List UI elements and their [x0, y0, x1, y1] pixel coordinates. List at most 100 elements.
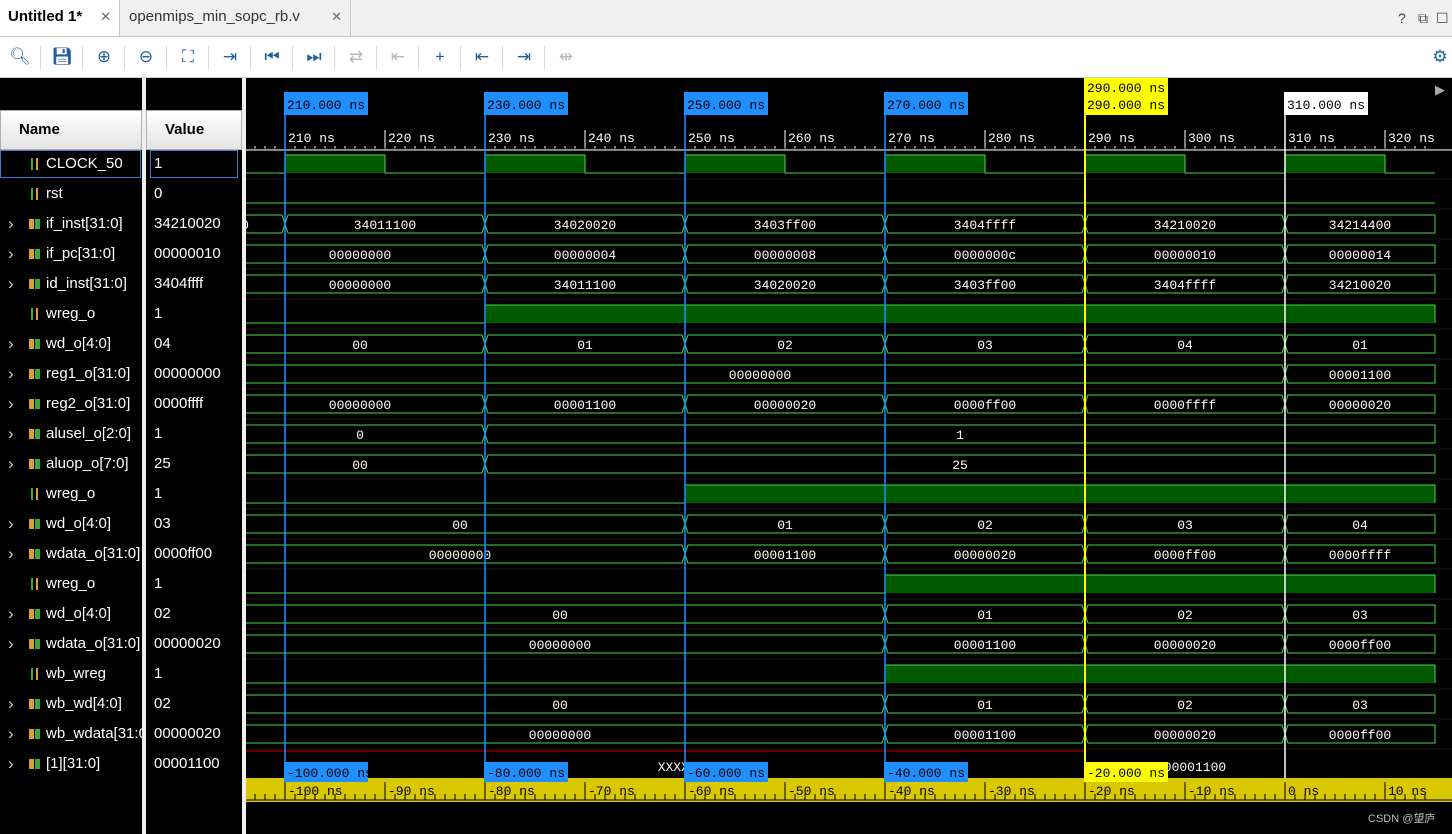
bus-value-label: 34011100	[354, 218, 416, 233]
signal-name: wd_o[4:0]	[46, 515, 112, 532]
zoom-in-icon[interactable]: ⊕	[92, 45, 116, 69]
toolbar-separator	[82, 45, 83, 69]
watermark: CSDN @望庐	[1368, 813, 1436, 825]
previous-transition-icon[interactable]: ⇤	[386, 45, 410, 69]
bus-value-label: 00001100	[954, 728, 1016, 743]
signal-name: rst	[46, 185, 63, 202]
bus-signal-icon	[29, 339, 40, 349]
signal-row-name[interactable]: wreg_o	[0, 299, 142, 329]
signal-name: wdata_o[31:0]	[46, 635, 141, 652]
signal-value: 03	[154, 515, 171, 532]
bottom-ruler-label: -20 ns	[1088, 784, 1135, 799]
chevron-right-icon[interactable]: ›	[8, 539, 14, 569]
chevron-right-icon[interactable]: ›	[8, 419, 14, 449]
waveform-panel[interactable]: 210 ns 220 ns 230 ns 240 ns 250 ns 260 ns 270 …	[246, 78, 1452, 834]
help-icon[interactable]: ?	[1398, 10, 1406, 26]
signal-row-name[interactable]: › if_pc[31:0]	[0, 239, 142, 269]
snap-icon[interactable]: ⇹	[554, 45, 578, 69]
zoom-fit-icon[interactable]: ⛶	[176, 45, 200, 69]
signal-row-name[interactable]: › wb_wd[4:0]	[0, 689, 142, 719]
chevron-right-icon[interactable]: ›	[8, 239, 14, 269]
bus-signal-icon	[29, 549, 40, 559]
chevron-right-icon[interactable]: ›	[8, 359, 14, 389]
bus-value-label: 03	[1352, 608, 1368, 623]
value-column-header[interactable]: Value	[146, 110, 242, 150]
bus-value-label: 00000020	[1154, 638, 1216, 653]
go-to-end-icon[interactable]: ⏭	[302, 45, 326, 69]
bottom-ruler-label: -100 ns	[288, 784, 343, 799]
signal-row-name[interactable]: › wd_o[4:0]	[0, 599, 142, 629]
name-column-header[interactable]: Name	[0, 110, 142, 150]
signal-name: aluop_o[7:0]	[46, 455, 129, 472]
search-zoom-icon[interactable]: 🔍︎	[8, 45, 32, 69]
bus-value-label: 00001100	[1164, 760, 1226, 775]
chevron-right-icon[interactable]: ›	[8, 269, 14, 299]
signal-row-name[interactable]: › wd_o[4:0]	[0, 509, 142, 539]
delta-label: -100.000 ns	[287, 766, 373, 781]
bus-value-label: 00	[452, 518, 468, 533]
signal-row-name[interactable]: wb_wreg	[0, 659, 142, 689]
signal-row-name[interactable]: › reg2_o[31:0]	[0, 389, 142, 419]
chevron-right-icon[interactable]: ›	[8, 329, 14, 359]
chevron-right-icon[interactable]: ›	[8, 599, 14, 629]
signal-name: wdata_o[31:0]	[46, 545, 141, 562]
chevron-right-icon[interactable]: ›	[8, 689, 14, 719]
signal-row-name[interactable]: › [1][31:0]	[0, 749, 142, 779]
bit-high-fill	[1285, 155, 1385, 173]
previous-marker-icon[interactable]: ⇤	[470, 45, 494, 69]
next-marker-icon[interactable]: ⇥	[512, 45, 536, 69]
delta-label: -60.000 ns	[687, 766, 765, 781]
zoom-out-icon[interactable]: ⊖	[134, 45, 158, 69]
add-marker-icon[interactable]: +	[428, 45, 452, 69]
signal-value: 00000020	[154, 725, 221, 742]
signal-row-name[interactable]: › wdata_o[31:0]	[0, 629, 142, 659]
signal-row-name[interactable]: wreg_o	[0, 569, 142, 599]
signal-row-name[interactable]: › wd_o[4:0]	[0, 329, 142, 359]
go-to-cursor-icon[interactable]: ⇥	[218, 45, 242, 69]
maximize-icon[interactable]: ☐	[1436, 10, 1449, 27]
bit-signal-icon	[31, 578, 38, 590]
bottom-ruler-label: -90 ns	[388, 784, 435, 799]
ruler-tick-label: 220 ns	[388, 131, 435, 146]
bus-value-label: 00000008	[754, 248, 816, 263]
tab-untitled-1[interactable]: Untitled 1* ✕	[0, 0, 120, 36]
ruler-tick-label: 300 ns	[1188, 131, 1235, 146]
chevron-right-icon[interactable]: ›	[8, 449, 14, 479]
selected-row-outline	[0, 150, 141, 178]
bus-signal-icon	[29, 429, 40, 439]
swap-cursors-icon[interactable]: ⇄	[344, 45, 368, 69]
chevron-right-icon[interactable]: ›	[8, 749, 14, 779]
signal-row-name[interactable]: › reg1_o[31:0]	[0, 359, 142, 389]
bus-value-label: 25	[952, 458, 968, 473]
bit-high-fill	[685, 485, 1435, 503]
waveform-canvas[interactable]: 210 ns 220 ns 230 ns 240 ns 250 ns 260 ns 270 …	[246, 78, 1452, 834]
signal-row-name[interactable]: › id_inst[31:0]	[0, 269, 142, 299]
chevron-right-icon[interactable]: ›	[8, 509, 14, 539]
scroll-right-icon[interactable]: ▶	[1435, 82, 1445, 98]
toolbar-separator	[166, 45, 167, 69]
save-icon[interactable]: 💾︎	[50, 45, 74, 69]
tab-bar: Untitled 1* ✕ openmips_min_sopc_rb.v ✕ ?…	[0, 0, 1452, 37]
signal-row-name[interactable]: wreg_o	[0, 479, 142, 509]
signal-name: if_inst[31:0]	[46, 215, 123, 232]
chevron-right-icon[interactable]: ›	[8, 389, 14, 419]
signal-row-name[interactable]: › alusel_o[2:0]	[0, 419, 142, 449]
ruler-tick-label: 230 ns	[488, 131, 535, 146]
signal-row-name[interactable]: › aluop_o[7:0]	[0, 449, 142, 479]
signal-value: 00000020	[154, 635, 221, 652]
chevron-right-icon[interactable]: ›	[8, 719, 14, 749]
settings-icon[interactable]: ⚙	[1428, 45, 1452, 69]
chevron-right-icon[interactable]: ›	[8, 209, 14, 239]
bus-value-label: 34210020	[1329, 278, 1391, 293]
signal-row-name[interactable]: › if_inst[31:0]	[0, 209, 142, 239]
signal-row-name[interactable]: rst	[0, 179, 142, 209]
chevron-right-icon[interactable]: ›	[8, 629, 14, 659]
signal-row-name[interactable]: › wb_wdata[31:0]	[0, 719, 142, 749]
restore-icon[interactable]: ⧉	[1418, 10, 1428, 27]
signal-name: wb_wd[4:0]	[46, 695, 122, 712]
go-to-start-icon[interactable]: ⏮	[260, 45, 284, 69]
tab-openmips-min-sopc-rb[interactable]: openmips_min_sopc_rb.v ✕	[121, 0, 351, 36]
close-icon[interactable]: ✕	[331, 0, 342, 34]
close-icon[interactable]: ✕	[100, 0, 111, 34]
signal-row-name[interactable]: › wdata_o[31:0]	[0, 539, 142, 569]
